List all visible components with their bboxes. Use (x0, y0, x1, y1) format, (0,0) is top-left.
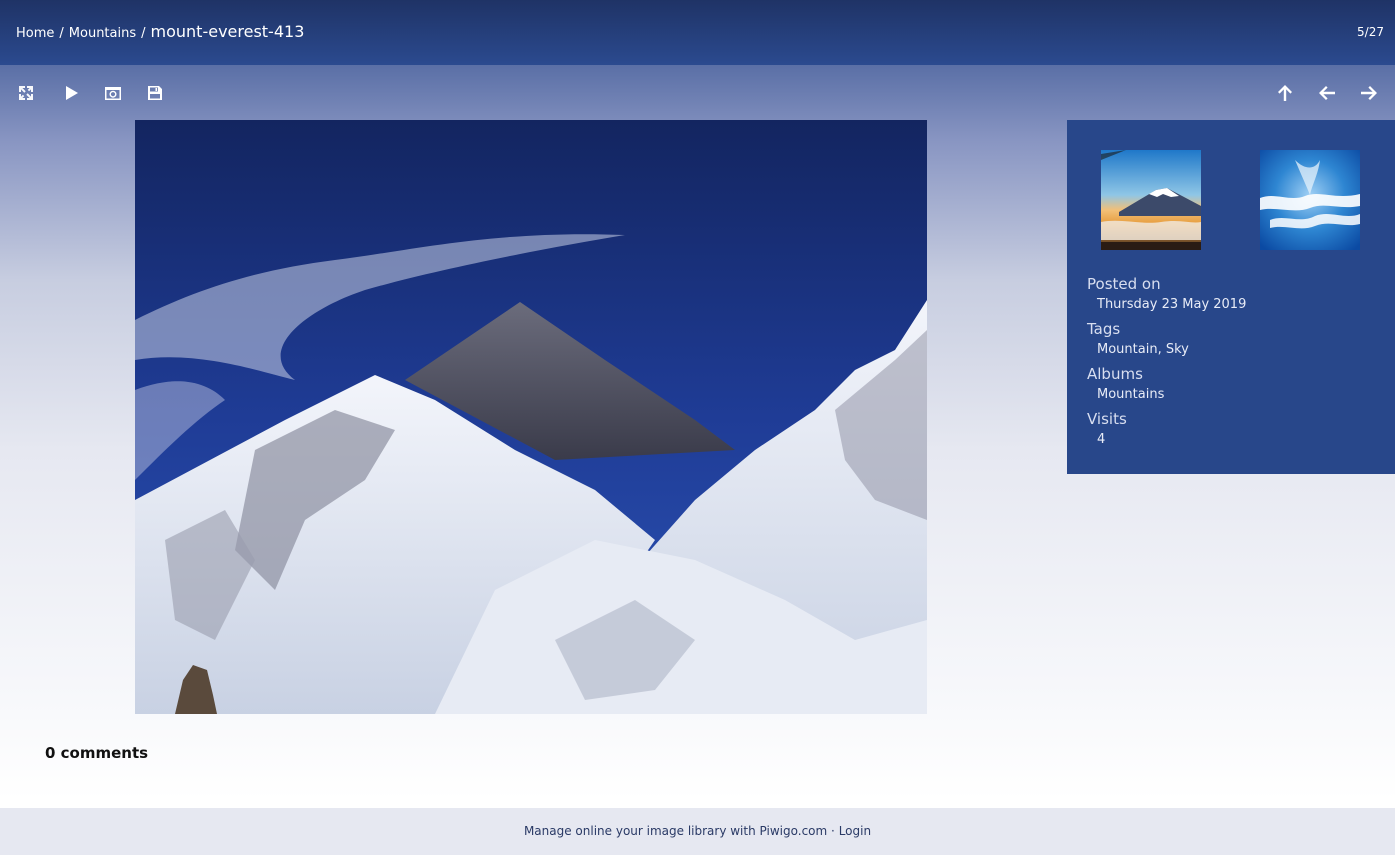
visits-label: Visits (1087, 410, 1127, 428)
visits-value: 4 (1097, 432, 1106, 447)
tags-label: Tags (1087, 320, 1121, 338)
tags-item: Tags Mountain, Sky (1087, 320, 1246, 358)
thumbnail-next-cloud-sky[interactable] (1260, 150, 1360, 250)
save-icon[interactable] (143, 81, 167, 105)
fullscreen-icon[interactable] (14, 81, 38, 105)
album-link-mountains[interactable]: Mountains (1097, 387, 1164, 402)
tag-link-sky[interactable]: Sky (1166, 342, 1189, 357)
breadcrumb-home-link[interactable]: Home (16, 26, 54, 41)
albums-item: Albums Mountains (1087, 365, 1246, 403)
page-header: Home / Mountains / mount-everest-413 5/2… (0, 0, 1395, 65)
tag-separator: , (1157, 342, 1166, 357)
posted-on-value: Thursday 23 May 2019 (1097, 297, 1247, 312)
comments-count: 0 comments (45, 744, 149, 762)
breadcrumb-album-link[interactable]: Mountains (69, 26, 136, 41)
tags-value: Mountain, Sky (1097, 341, 1246, 358)
thumbnail-previous-mount-fuji[interactable] (1101, 150, 1201, 250)
footer-text: Manage online your image library with (523, 824, 756, 838)
previous-arrow-icon[interactable] (1315, 81, 1339, 105)
main-photo-mount-everest[interactable] (135, 120, 927, 714)
albums-value: Mountains (1097, 386, 1246, 403)
next-arrow-icon[interactable] (1357, 81, 1381, 105)
image-info-list: Posted on Thursday 23 May 2019 Tags Moun… (1087, 275, 1246, 455)
image-counter: 5/27 (1357, 25, 1384, 39)
piwigo-link[interactable]: Piwigo.com (760, 824, 828, 838)
image-info-panel: Posted on Thursday 23 May 2019 Tags Moun… (1067, 120, 1395, 474)
posted-on-item: Posted on Thursday 23 May 2019 (1087, 275, 1246, 313)
tag-link-mountain[interactable]: Mountain (1097, 342, 1158, 357)
up-arrow-icon[interactable] (1273, 81, 1297, 105)
login-link[interactable]: Login (839, 824, 871, 838)
breadcrumb-separator: / (59, 26, 64, 41)
page-footer: Manage online your image library with Pi… (0, 808, 1395, 855)
footer-separator: · (831, 824, 835, 838)
page-title: mount-everest-413 (150, 22, 305, 41)
albums-label: Albums (1087, 365, 1143, 383)
breadcrumb-separator: / (141, 26, 146, 41)
slideshow-play-icon[interactable] (59, 81, 83, 105)
image-toolbar (0, 65, 1395, 120)
visits-item: Visits 4 (1087, 410, 1246, 448)
camera-icon[interactable] (101, 81, 125, 105)
posted-on-label: Posted on (1087, 275, 1161, 293)
breadcrumb: Home / Mountains / mount-everest-413 (16, 22, 304, 41)
